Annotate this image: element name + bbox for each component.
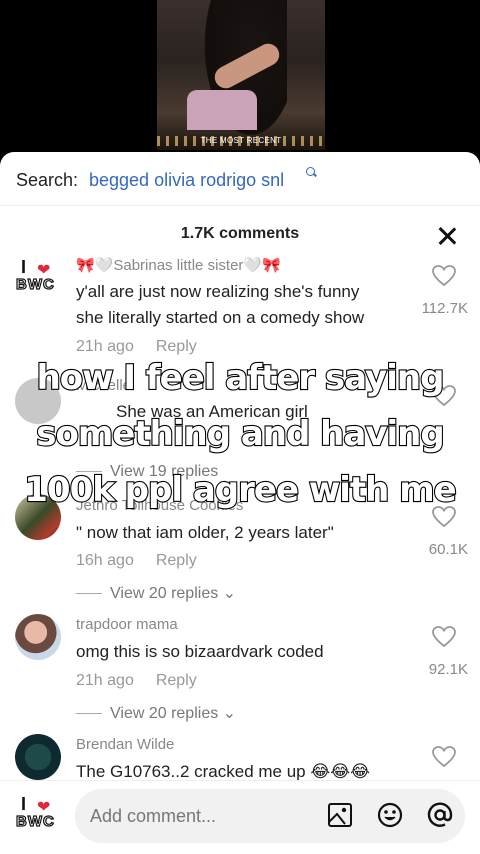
like-count: 60.1K — [428, 541, 468, 558]
avatar[interactable] — [15, 734, 61, 780]
comment-input-placeholder: Add comment... — [90, 806, 217, 826]
avatar[interactable]: I ❤ BWC — [15, 256, 61, 302]
comment-username[interactable]: 🎀🤍Sabrinas little sister🤍🎀 — [76, 256, 281, 274]
emoji-icon[interactable] — [377, 802, 403, 828]
comment-username[interactable]: trapdoor mama — [76, 616, 178, 633]
comment-time: 21h ago — [76, 672, 134, 689]
like-heart-icon[interactable] — [431, 264, 457, 288]
avatar[interactable] — [15, 614, 61, 660]
chevron-down-icon: ⌄ — [218, 585, 237, 602]
chevron-down-icon: ⌄ — [218, 705, 237, 722]
comment-text: omg this is so bizaardvark coded — [76, 642, 324, 661]
search-bar[interactable]: Search: begged olivia rodrigo snl — [0, 152, 480, 206]
search-icon[interactable] — [306, 167, 315, 176]
comment-meta: 21h ago Reply — [76, 672, 197, 690]
search-query-link[interactable]: begged olivia rodrigo snl — [89, 170, 284, 191]
like-count: 92.1K — [428, 661, 468, 678]
view-replies-button[interactable]: View 20 replies ⌄ — [76, 703, 236, 723]
comment-meta: 21h ago Reply — [76, 338, 197, 356]
comment-meta: 16h ago Reply — [76, 552, 197, 570]
view-replies-button[interactable]: View 20 replies ⌄ — [76, 583, 236, 603]
my-avatar[interactable]: I ❤ BWC — [15, 793, 61, 839]
overlay-caption-line: something and having — [35, 413, 446, 455]
close-icon[interactable] — [437, 226, 457, 246]
search-label: Search: — [16, 170, 79, 190]
reply-button[interactable]: Reply — [156, 338, 197, 355]
video-thumbnail — [157, 0, 325, 150]
reply-button[interactable]: Reply — [156, 672, 197, 689]
overlay-caption-line: 100k ppl agree with me — [23, 469, 458, 511]
overlay-caption-line: how I feel after saying — [35, 357, 445, 399]
mention-icon[interactable] — [427, 802, 453, 828]
comment-time: 16h ago — [76, 552, 134, 569]
comment-text: " now that iam older, 2 years later" — [76, 523, 334, 542]
video-caption: THE MOST RECENT — [200, 136, 282, 145]
like-heart-icon[interactable] — [431, 625, 457, 649]
comment-text-line: y'all are just now realizing she's funny — [76, 282, 360, 301]
video-player[interactable]: THE MOST RECENT — [0, 0, 480, 160]
comment-time: 21h ago — [76, 338, 134, 355]
image-icon[interactable] — [327, 802, 353, 828]
comments-count-title: 1.7K comments — [180, 225, 300, 242]
comment-username[interactable]: Brendan Wilde — [76, 736, 174, 753]
comment-text-line: she literally started on a comedy show — [76, 308, 365, 327]
reply-button[interactable]: Reply — [156, 552, 197, 569]
like-heart-icon[interactable] — [431, 745, 457, 769]
like-count: 112.7K — [421, 300, 468, 317]
